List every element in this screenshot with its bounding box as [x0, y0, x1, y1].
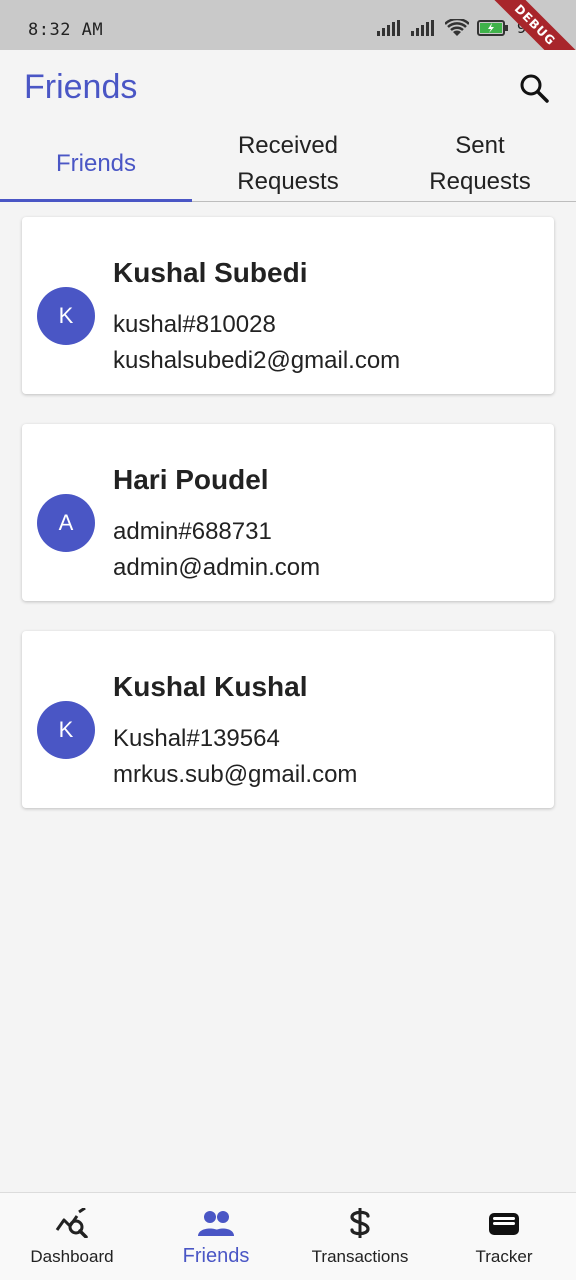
- nav-label: Tracker: [475, 1247, 533, 1266]
- battery-icon: [476, 20, 508, 36]
- nav-item-transactions[interactable]: Transactions: [288, 1193, 432, 1280]
- people-icon: [198, 1211, 234, 1236]
- chart-search-icon: [55, 1208, 88, 1238]
- tab-received-requests[interactable]: Received Requests: [192, 126, 384, 201]
- friend-name: Kushal Subedi: [113, 257, 308, 288]
- friend-name: Kushal Kushal: [113, 671, 308, 702]
- friend-card[interactable]: K Kushal Kushal Kushal#139564 mrkus.sub@…: [22, 631, 554, 808]
- signal-icon-2: [410, 20, 434, 36]
- friend-handle: Kushal#139564: [113, 725, 280, 752]
- search-button[interactable]: [518, 72, 550, 104]
- friend-email: admin@admin.com: [113, 554, 321, 581]
- search-icon[interactable]: [518, 72, 550, 104]
- wifi-icon: [444, 19, 469, 36]
- tab-friends[interactable]: Friends: [0, 126, 192, 202]
- page-title: Friends: [24, 68, 138, 106]
- friend-name: Hari Poudel: [113, 464, 269, 495]
- bottom-nav: Dashboard Friends Transactions Tracker: [0, 1192, 576, 1280]
- friend-card[interactable]: K Kushal Subedi kushal#810028 kushalsube…: [22, 217, 554, 394]
- nav-item-tracker[interactable]: Tracker: [432, 1193, 576, 1280]
- friend-list: K Kushal Subedi kushal#810028 kushalsube…: [22, 217, 554, 838]
- dollar-icon: [350, 1208, 370, 1238]
- friend-card[interactable]: A Hari Poudel admin#688731 admin@admin.c…: [22, 424, 554, 601]
- nav-label: Dashboard: [30, 1247, 114, 1266]
- wallet-icon: [489, 1213, 519, 1235]
- nav-item-friends[interactable]: Friends: [144, 1193, 288, 1280]
- avatar: K: [37, 701, 95, 759]
- friend-handle: kushal#810028: [113, 311, 276, 338]
- nav-label: Transactions: [311, 1247, 409, 1266]
- avatar: A: [37, 494, 95, 552]
- status-bar: 8:32 AM 96 DEBUG: [0, 0, 576, 50]
- signal-icon: [376, 20, 400, 36]
- app-bar: Friends: [0, 50, 576, 128]
- nav-item-dashboard[interactable]: Dashboard: [0, 1193, 144, 1280]
- avatar: K: [37, 287, 95, 345]
- nav-label: Friends: [182, 1245, 250, 1267]
- tab-sent-requests[interactable]: Sent Requests: [384, 126, 576, 201]
- tab-bar: Friends Received Requests Sent Requests: [0, 126, 576, 202]
- friend-handle: admin#688731: [113, 518, 272, 545]
- friend-email: kushalsubedi2@gmail.com: [113, 347, 401, 374]
- friend-email: mrkus.sub@gmail.com: [113, 761, 358, 788]
- status-time: 8:32 AM: [28, 20, 104, 40]
- status-icons: 96: [376, 19, 536, 37]
